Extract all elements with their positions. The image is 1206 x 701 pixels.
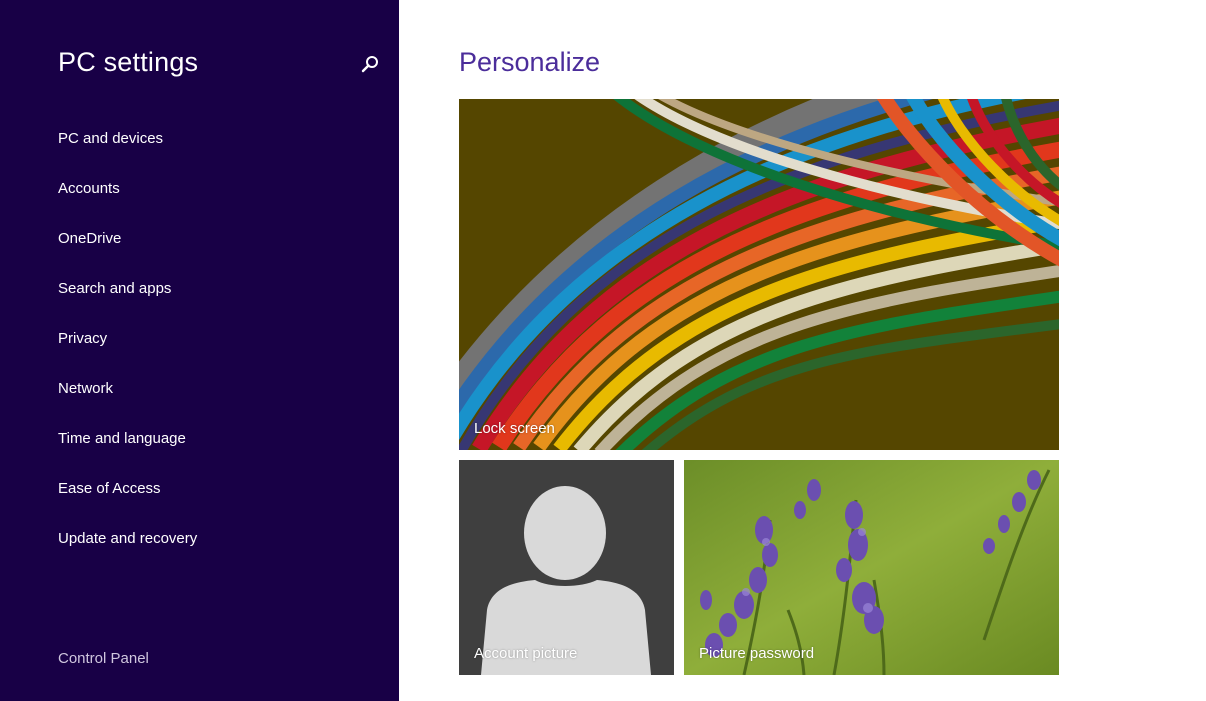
sidebar: PC settings PC and devices Accounts OneD… xyxy=(0,0,399,701)
sidebar-item-privacy[interactable]: Privacy xyxy=(58,326,197,376)
sidebar-item-pc-and-devices[interactable]: PC and devices xyxy=(58,126,197,176)
app-title: PC settings xyxy=(58,47,199,77)
lock-screen-image xyxy=(459,99,1059,450)
sidebar-item-ease-of-access[interactable]: Ease of Access xyxy=(58,476,197,526)
sidebar-item-time-and-language[interactable]: Time and language xyxy=(58,426,197,476)
picture-password-tile[interactable]: Picture password xyxy=(684,460,1059,675)
account-picture-tile[interactable]: Account picture xyxy=(459,460,674,675)
user-avatar-icon xyxy=(459,460,674,675)
search-button[interactable] xyxy=(358,52,382,76)
sidebar-item-update-and-recovery[interactable]: Update and recovery xyxy=(58,526,197,576)
search-icon xyxy=(361,56,378,73)
sidebar-item-accounts[interactable]: Accounts xyxy=(58,176,197,226)
lock-screen-tile[interactable]: Lock screen xyxy=(459,99,1059,450)
sidebar-nav: PC and devices Accounts OneDrive Search … xyxy=(58,126,197,576)
control-panel-link[interactable]: Control Panel xyxy=(58,650,149,667)
picture-password-image xyxy=(684,460,1059,675)
picture-password-label: Picture password xyxy=(699,645,815,662)
lock-screen-label: Lock screen xyxy=(474,420,555,437)
sidebar-item-onedrive[interactable]: OneDrive xyxy=(58,226,197,276)
sidebar-item-search-and-apps[interactable]: Search and apps xyxy=(58,276,197,326)
page-title: Personalize xyxy=(459,47,601,77)
sidebar-item-network[interactable]: Network xyxy=(58,376,197,426)
account-picture-label: Account picture xyxy=(474,645,578,662)
